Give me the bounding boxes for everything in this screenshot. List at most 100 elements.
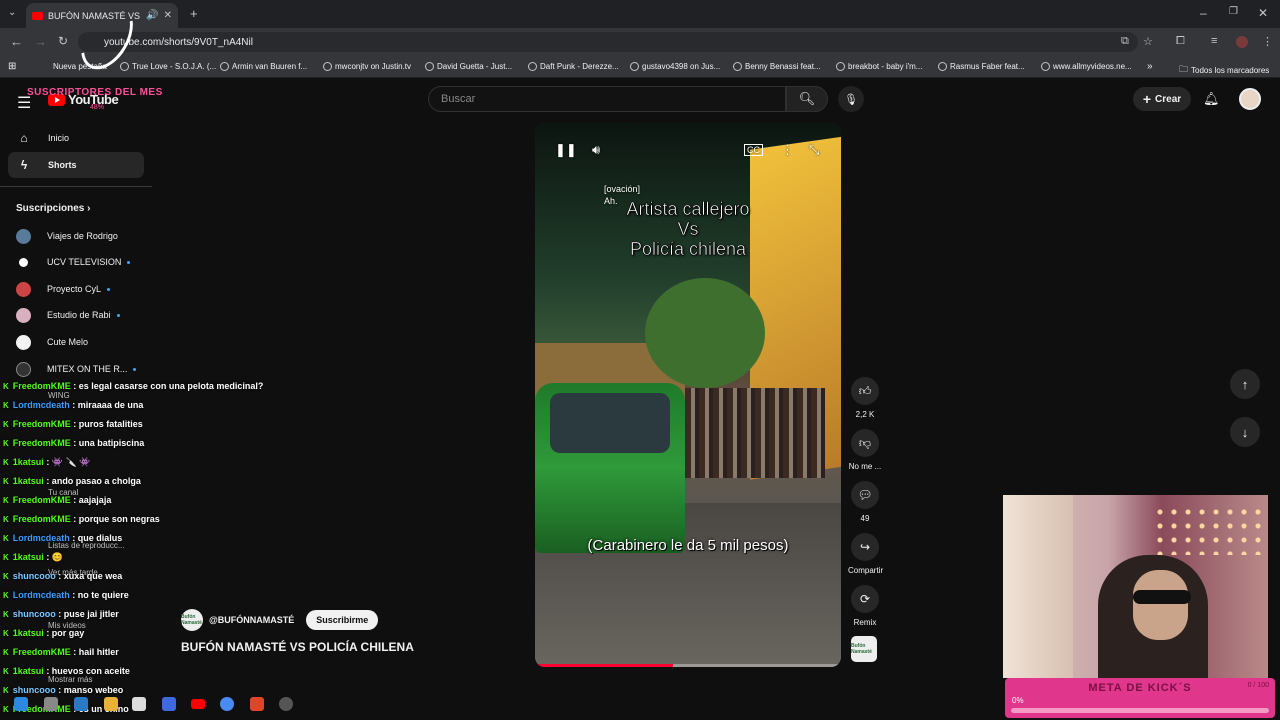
comments-action[interactable]: 💬︎ 49 bbox=[848, 481, 882, 523]
short-video-player[interactable]: ❚❚ 🔊︎ CC ⋮ ⤡ [ovación] Ah. Artista callej… bbox=[535, 123, 841, 667]
channel-handle[interactable]: @BUFÓNNAMASTÉ bbox=[209, 615, 294, 625]
brave-icon[interactable] bbox=[250, 697, 264, 711]
taskbar-app-icon[interactable] bbox=[132, 697, 146, 711]
chat-text: : 😊 bbox=[43, 552, 64, 562]
obs-icon[interactable] bbox=[279, 697, 293, 711]
bookmark-10[interactable]: www.allmyvideos.ne... bbox=[1041, 62, 1132, 71]
chat-username[interactable]: FreedomKME bbox=[13, 438, 71, 448]
media-control-icon[interactable]: ≡ bbox=[1211, 35, 1217, 47]
bookmark-2[interactable]: Armin van Buuren f... bbox=[220, 62, 307, 71]
channel-avatar bbox=[16, 307, 31, 323]
windows-start-icon[interactable] bbox=[14, 697, 28, 711]
subscribe-button[interactable]: Suscribirme bbox=[306, 610, 379, 630]
bookmark-1[interactable]: True Love - S.O.J.A. (... bbox=[120, 62, 216, 71]
close-window-icon[interactable]: ✕ bbox=[1258, 6, 1268, 20]
browser-menu-icon[interactable]: ⋮ bbox=[1262, 35, 1273, 48]
tab-list-icon[interactable]: ⌄ bbox=[8, 7, 16, 18]
bookmark-6[interactable]: gustavo4398 on Jus... bbox=[630, 62, 720, 71]
kick-badge-icon: K bbox=[3, 648, 9, 657]
apps-icon[interactable]: ⊞ bbox=[8, 61, 16, 72]
back-icon[interactable]: ← bbox=[10, 34, 23, 49]
like-action[interactable]: 👍︎ 2,2 K bbox=[848, 377, 882, 419]
sidebar-channel[interactable]: Proyecto CyL bbox=[16, 281, 111, 297]
sidebar-channel[interactable]: UCV TELEVISION bbox=[16, 254, 131, 270]
bookmark-7[interactable]: Benny Benassi feat... bbox=[733, 62, 821, 71]
sidebar-channel[interactable]: MITEX ON THE R... bbox=[16, 361, 137, 377]
captions-icon[interactable]: CC bbox=[744, 144, 763, 156]
sidebar-item-inicio[interactable]: ⌂ Inicio bbox=[8, 125, 144, 151]
chat-username[interactable]: Lordmcdeath bbox=[13, 400, 70, 410]
bookmark-4[interactable]: David Guetta - Just... bbox=[425, 62, 512, 71]
chat-username[interactable]: Lordmcdeath bbox=[13, 533, 70, 543]
kick-badge-icon: K bbox=[3, 458, 9, 467]
chat-username[interactable]: FreedomKME bbox=[13, 381, 71, 391]
more-options-icon[interactable]: ⋮ bbox=[781, 142, 794, 158]
chat-username[interactable]: FreedomKME bbox=[13, 647, 71, 657]
taskbar-app-icon[interactable] bbox=[44, 697, 58, 711]
all-bookmarks[interactable]: 🗀 Todos los marcadores bbox=[1179, 62, 1269, 78]
next-short-button[interactable]: ↓ bbox=[1230, 417, 1260, 447]
chat-username[interactable]: Lordmcdeath bbox=[13, 590, 70, 600]
chat-username[interactable]: 1katsui bbox=[13, 552, 44, 562]
sidebar-item-shorts[interactable]: ϟ Shorts bbox=[8, 152, 144, 178]
channel-avatar[interactable]: Bufón Namasté bbox=[181, 609, 203, 631]
chat-username[interactable]: shuncooo bbox=[13, 685, 56, 695]
previous-short-button[interactable]: ↑ bbox=[1230, 369, 1260, 399]
globe-icon bbox=[938, 62, 947, 71]
chat-username[interactable]: 1katsui bbox=[13, 457, 44, 467]
sidebar-channel[interactable]: Cute Melo bbox=[16, 334, 88, 350]
forward-icon[interactable]: → bbox=[34, 34, 47, 49]
share-action[interactable]: ↪ Compartir bbox=[848, 533, 883, 575]
chat-username[interactable]: 1katsui bbox=[13, 476, 44, 486]
bookmark-9[interactable]: Rasmus Faber feat... bbox=[938, 62, 1025, 71]
volume-icon[interactable]: 🔊︎ bbox=[592, 142, 600, 158]
chrome-icon[interactable] bbox=[220, 697, 234, 711]
sidebar-channel[interactable]: Viajes de Rodrigo bbox=[16, 228, 118, 244]
reload-icon[interactable]: ↻ bbox=[58, 34, 68, 48]
video-progress-bar[interactable] bbox=[535, 664, 841, 667]
chat-username[interactable]: FreedomKME bbox=[13, 419, 71, 429]
url-bar[interactable]: youtube.com/shorts/9V0T_nA4Nil bbox=[78, 32, 1138, 52]
search-input[interactable]: Buscar bbox=[428, 86, 786, 112]
chat-username[interactable]: shuncooo bbox=[13, 571, 56, 581]
minimize-icon[interactable]: – bbox=[1200, 6, 1207, 20]
cast-icon[interactable]: ⧉ bbox=[1121, 35, 1129, 48]
bookmark-5[interactable]: Daft Punk - Derezze... bbox=[528, 62, 619, 71]
pause-icon[interactable]: ❚❚ bbox=[555, 142, 577, 158]
audio-source-thumbnail[interactable]: Bufón Namasté bbox=[851, 636, 877, 662]
bookmark-3[interactable]: mwconjtv on Justin.tv bbox=[323, 62, 411, 71]
new-tab-icon[interactable]: + bbox=[190, 6, 198, 21]
close-tab-icon[interactable]: ✕ bbox=[164, 10, 172, 21]
bookmark-star-icon[interactable]: ☆ bbox=[1143, 35, 1153, 48]
youtube-taskbar-icon[interactable] bbox=[191, 699, 205, 709]
explorer-icon[interactable] bbox=[104, 697, 118, 711]
dislike-action[interactable]: 👎︎ No me ... bbox=[848, 429, 882, 471]
chat-message: Kshuncooo : xuxa que wea bbox=[3, 571, 122, 581]
more-bookmarks-icon[interactable]: » bbox=[1147, 61, 1153, 72]
chat-username[interactable]: 1katsui bbox=[13, 666, 44, 676]
notifications-bell-icon[interactable]: 🔔︎ bbox=[1203, 91, 1220, 107]
account-avatar[interactable] bbox=[1239, 88, 1261, 110]
sidebar-channel[interactable]: Estudio de Rabi bbox=[16, 307, 120, 323]
create-button[interactable]: + Crear bbox=[1133, 87, 1191, 111]
subscriptions-heading[interactable]: Suscripciones › bbox=[16, 203, 90, 214]
chat-text: : es legal casarse con una pelota medici… bbox=[70, 381, 264, 391]
chat-username[interactable]: FreedomKME bbox=[13, 514, 71, 524]
extensions-icon[interactable]: ⧠ bbox=[1176, 35, 1185, 48]
chat-username[interactable]: shuncooo bbox=[13, 609, 56, 619]
search-button[interactable]: 🔍︎ bbox=[786, 86, 828, 112]
chat-username[interactable]: 1katsui bbox=[13, 628, 44, 638]
fullscreen-icon[interactable]: ⤡ bbox=[809, 142, 819, 158]
chat-username[interactable]: FreedomKME bbox=[13, 495, 71, 505]
remix-action[interactable]: ⟳ Remix bbox=[848, 585, 882, 627]
chat-text: : 👾 🔪 👾 bbox=[43, 457, 91, 467]
taskbar-app-icon[interactable] bbox=[162, 697, 176, 711]
edge-icon[interactable] bbox=[74, 697, 88, 711]
profile-icon[interactable] bbox=[1236, 36, 1248, 48]
voice-search-button[interactable]: 🎙︎ bbox=[838, 86, 864, 112]
chat-text: : aajajaja bbox=[70, 495, 112, 505]
bookmark-8[interactable]: breakbot - baby i'm... bbox=[836, 62, 922, 71]
speaker-icon[interactable]: 🔊 bbox=[146, 10, 158, 21]
kick-badge-icon: K bbox=[3, 534, 9, 543]
maximize-icon[interactable]: ❐ bbox=[1229, 6, 1238, 17]
